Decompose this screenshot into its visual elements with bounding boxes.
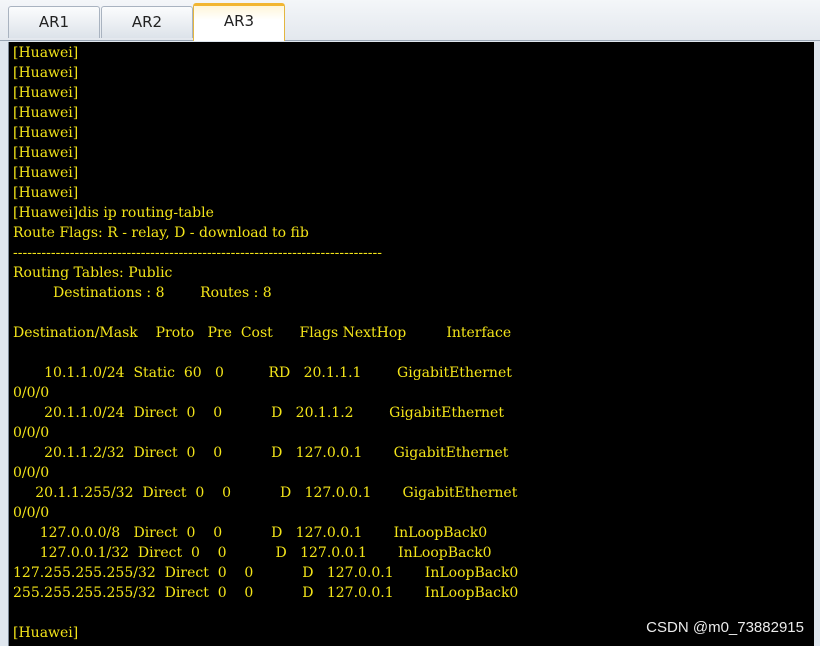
console-line: 0/0/0 (13, 505, 50, 521)
tab-bar: AR1 AR2 AR3 (0, 0, 820, 41)
console-line: 20.1.1.255/32 Direct 0 0 D 127.0.0.1 Gig… (13, 485, 518, 501)
tab-ar3[interactable]: AR3 (193, 3, 285, 41)
console-lines: [Huawei] [Huawei] [Huawei] [Huawei] [Huawei]… (13, 43, 813, 643)
console-line: [Huawei] (13, 65, 79, 81)
console-line: 20.1.1.0/24 Direct 0 0 D 20.1.1.2 Gigabi… (13, 405, 504, 421)
terminal-window: AR1 AR2 AR3 [Huawei] [Huawei] [Huawei] [Hua… (0, 0, 820, 646)
console-line: [Huawei]dis ip routing-table (13, 205, 214, 221)
terminal-right-border (814, 42, 820, 646)
console-line: 255.255.255.255/32 Direct 0 0 D 127.0.0.… (13, 585, 519, 601)
console-line: [Huawei] (13, 105, 79, 121)
console-line: 10.1.1.0/24 Static 60 0 RD 20.1.1.1 Giga… (13, 365, 512, 381)
console-line: 0/0/0 (13, 465, 50, 481)
tab-ar1[interactable]: AR1 (8, 6, 100, 38)
console-line: [Huawei] (13, 145, 79, 161)
console-line: [Huawei] (13, 185, 79, 201)
console-line: 0/0/0 (13, 425, 50, 441)
console-line: ----------------------------------------… (13, 245, 382, 261)
console-line: Routing Tables: Public (13, 265, 173, 281)
console-line: Destinations : 8 Routes : 8 (13, 285, 272, 301)
console-line: Destination/Mask Proto Pre Cost Flags Ne… (13, 325, 512, 341)
console-line: Route Flags: R - relay, D - download to … (13, 225, 309, 241)
console-line: 127.0.0.1/32 Direct 0 0 D 127.0.0.1 InLo… (13, 545, 492, 561)
watermark: CSDN @m0_73882915 (646, 619, 804, 636)
console-line: 20.1.1.2/32 Direct 0 0 D 127.0.0.1 Gigab… (13, 445, 509, 461)
console-line: [Huawei] (13, 45, 79, 61)
console-line: [Huawei] (13, 165, 79, 181)
console-output[interactable]: [Huawei] [Huawei] [Huawei] [Huawei] [Huawei]… (8, 42, 814, 646)
console-line: 127.255.255.255/32 Direct 0 0 D 127.0.0.… (13, 565, 519, 581)
console-line: [Huawei] (13, 125, 79, 141)
console-line: 0/0/0 (13, 385, 50, 401)
console-line: [Huawei] (13, 85, 79, 101)
tab-ar2[interactable]: AR2 (101, 6, 193, 38)
console-line: 127.0.0.0/8 Direct 0 0 D 127.0.0.1 InLoo… (13, 525, 488, 541)
